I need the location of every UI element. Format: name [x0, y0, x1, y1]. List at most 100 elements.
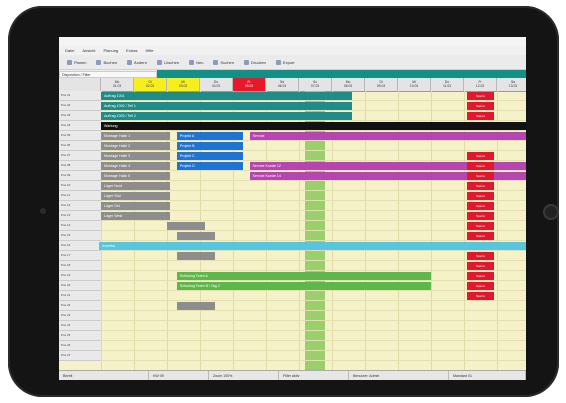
blocked-cell[interactable]: Sperre — [467, 272, 494, 280]
row-label[interactable]: Pos 25 — [59, 331, 101, 341]
schedule-bar[interactable]: Projekt A — [176, 132, 243, 140]
schedule-bar[interactable]: Inventur — [99, 242, 526, 250]
row-label[interactable]: Pos 14 — [59, 221, 101, 231]
toolbar-button[interactable]: Buchen — [94, 57, 119, 67]
toolbar-button[interactable]: Ändern — [125, 57, 149, 67]
blocked-cell[interactable]: Sperre — [467, 102, 494, 110]
row-label[interactable]: Pos 19 — [59, 271, 101, 281]
row-label[interactable]: Pos 11 — [59, 191, 101, 201]
row-label[interactable]: Pos 21 — [59, 291, 101, 301]
row-label[interactable]: Pos 09 — [59, 171, 101, 181]
toolbar-button[interactable]: Drucken — [242, 57, 268, 67]
row-label[interactable]: Pos 23 — [59, 311, 101, 321]
row-divider — [101, 240, 526, 241]
blocked-cell[interactable]: Sperre — [467, 232, 494, 240]
row-label[interactable]: Pos 13 — [59, 211, 101, 221]
schedule-bar[interactable]: Lager West — [101, 212, 171, 220]
row-label[interactable]: Pos 24 — [59, 321, 101, 331]
toolbar-button[interactable]: Löschen — [155, 57, 181, 67]
schedule-bar[interactable]: Projekt B — [176, 142, 243, 150]
row-label[interactable]: Pos 05 — [59, 131, 101, 141]
schedule-bar-segment[interactable] — [176, 252, 215, 260]
blocked-cell[interactable]: Sperre — [467, 92, 494, 100]
day-header[interactable]: Sa 13.03 — [497, 78, 526, 91]
blocked-cell[interactable]: Sperre — [467, 262, 494, 270]
row-label[interactable]: Pos 12 — [59, 201, 101, 211]
blocked-cell[interactable]: Sperre — [467, 182, 494, 190]
row-label[interactable]: Pos 26 — [59, 341, 101, 351]
blocked-cell[interactable]: Sperre — [467, 252, 494, 260]
blocked-cell[interactable]: Sperre — [467, 112, 494, 120]
blocked-cell[interactable]: Sperre — [467, 152, 494, 160]
row-label[interactable]: Pos 01 — [59, 91, 101, 101]
day-header[interactable]: Mo 08.03 — [332, 78, 365, 91]
day-header[interactable]: Di 09.03 — [365, 78, 398, 91]
row-label[interactable]: Pos 18 — [59, 261, 101, 271]
toolbar-button[interactable]: Export — [274, 57, 297, 67]
header-corner — [59, 78, 101, 91]
day-header[interactable]: So 07.03 — [299, 78, 332, 91]
toolbar-button[interactable]: Planen — [65, 57, 88, 67]
row-label[interactable]: Pos 02 — [59, 101, 101, 111]
toolbar-button[interactable]: Suchen — [211, 57, 236, 67]
menu-item[interactable]: Datei — [65, 46, 74, 55]
schedule-bar[interactable]: Montage Halle 4 — [101, 162, 171, 170]
schedule-bar[interactable]: Montage Halle 5 — [101, 172, 171, 180]
home-button[interactable] — [543, 204, 559, 220]
schedule-bar[interactable]: Montage Halle 2 — [101, 142, 171, 150]
day-header[interactable]: Do 11.03 — [431, 78, 464, 91]
day-header[interactable]: Sa 06.03 — [266, 78, 299, 91]
schedule-bar[interactable]: Montage Halle 3 — [101, 152, 171, 160]
filter-field[interactable]: Disposition / Filter — [59, 70, 157, 78]
schedule-bar[interactable]: Projekt D — [176, 162, 243, 170]
schedule-bar-segment[interactable] — [176, 302, 215, 310]
row-label[interactable]: Pos 27 — [59, 351, 101, 361]
row-label[interactable]: Pos 03 — [59, 111, 101, 121]
toolbar-button[interactable]: Neu — [187, 57, 205, 67]
schedule-bar[interactable]: Auftrag 1003 / Teil 2 — [101, 112, 352, 120]
row-label[interactable]: Pos 06 — [59, 141, 101, 151]
toolbar-button-label: Planen — [74, 59, 87, 65]
day-header[interactable]: Fr 05.03 — [233, 78, 266, 91]
schedule-bar[interactable]: Projekt C — [176, 152, 243, 160]
schedule-bar[interactable]: Schulung Team B / Tag 2 — [176, 282, 431, 290]
row-label[interactable]: Pos 04 — [59, 121, 101, 131]
day-header[interactable]: Do 04.03 — [200, 78, 233, 91]
row-label[interactable]: Pos 20 — [59, 281, 101, 291]
menu-item[interactable]: Ansicht — [82, 46, 95, 55]
schedule-bar[interactable]: Lager Nord — [101, 182, 171, 190]
blocked-cell[interactable]: Sperre — [467, 202, 494, 210]
schedule-bar[interactable]: Lager Süd — [101, 192, 171, 200]
day-header[interactable]: Mi 10.03 — [398, 78, 431, 91]
menu-item[interactable]: Planung — [103, 46, 118, 55]
schedule-bar[interactable]: Lager Ost — [101, 202, 171, 210]
schedule-bar[interactable]: Montage Halle 1 — [101, 132, 171, 140]
row-label[interactable]: Pos 08 — [59, 161, 101, 171]
blocked-cell[interactable]: Sperre — [467, 282, 494, 290]
row-label[interactable]: Pos 16 — [59, 241, 101, 251]
schedule-bar[interactable]: Auftrag 1001 — [101, 92, 352, 100]
day-header[interactable]: Fr 12.03 — [464, 78, 497, 91]
row-label[interactable]: Pos 17 — [59, 251, 101, 261]
blocked-cell[interactable]: Sperre — [467, 222, 494, 230]
schedule-bar[interactable]: Service — [249, 132, 526, 140]
day-header[interactable]: Mi 03.03 — [167, 78, 200, 91]
row-label[interactable]: Pos 07 — [59, 151, 101, 161]
blocked-cell[interactable]: Sperre — [467, 192, 494, 200]
schedule-bar[interactable]: Auftrag 1002 / Teil 1 — [101, 102, 352, 110]
menu-item[interactable]: Hilfe — [146, 46, 154, 55]
day-header[interactable]: Di 02.03 — [134, 78, 167, 91]
schedule-bar-segment[interactable] — [167, 222, 205, 230]
blocked-cell[interactable]: Sperre — [467, 292, 494, 300]
blocked-cell[interactable]: Sperre — [467, 212, 494, 220]
day-header[interactable]: Mo 01.03 — [101, 78, 134, 91]
row-label[interactable]: Pos 15 — [59, 231, 101, 241]
menu-item[interactable]: Extras — [126, 46, 137, 55]
row-label[interactable]: Pos 10 — [59, 181, 101, 191]
schedule-bar-segment[interactable] — [176, 232, 215, 240]
schedule-bar[interactable]: Schulung Team A — [176, 272, 431, 280]
blocked-cell[interactable]: Sperre — [467, 172, 494, 180]
schedule-bar[interactable]: Wartung — [101, 122, 526, 130]
row-label[interactable]: Pos 22 — [59, 301, 101, 311]
blocked-cell[interactable]: Sperre — [467, 162, 494, 170]
